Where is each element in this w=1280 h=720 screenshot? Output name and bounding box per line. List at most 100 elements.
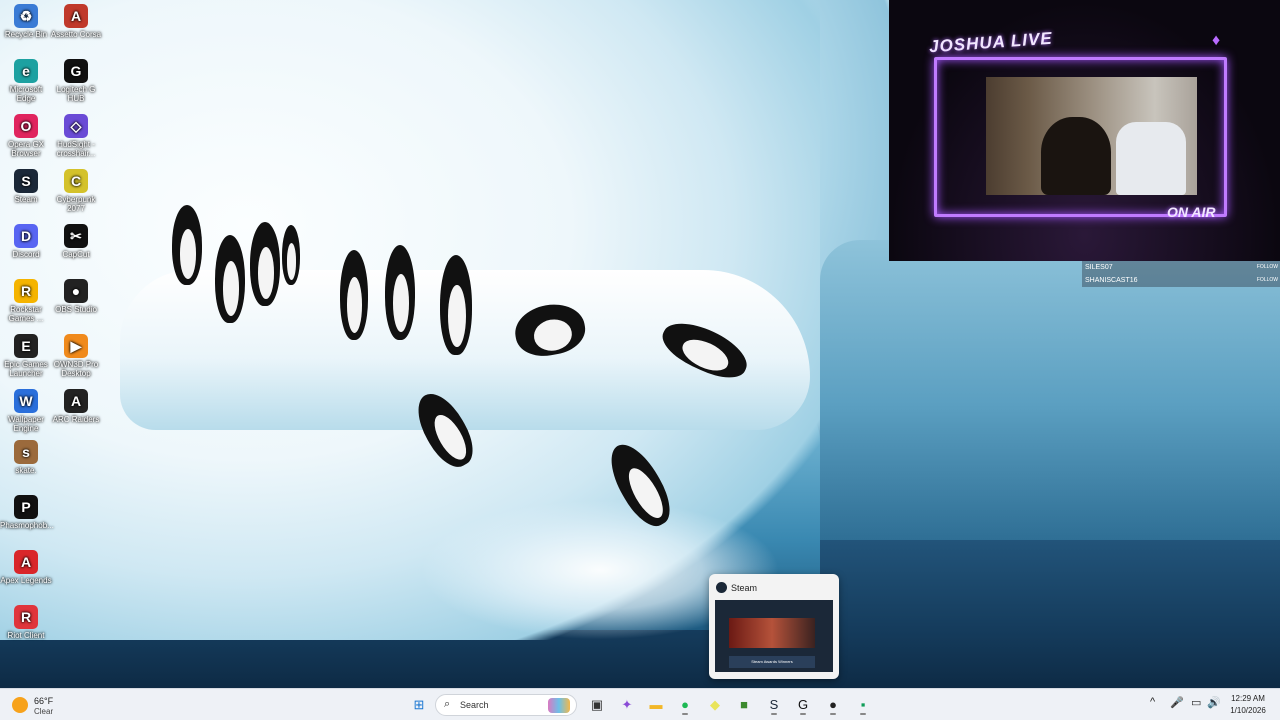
desktop-icon[interactable]: ◇ HudSight - crosshair... [50,114,102,158]
desktop-icon-label: Wallpaper Engine [8,415,44,433]
desktop-icon-label: skate. [15,466,37,475]
follow-alerts: SILES07 FOLLOW SHANISCAST16 FOLLOW [1082,261,1280,287]
desktop-icon[interactable]: E Epic Games Launcher [0,334,52,378]
desktop-icon-label: Opera GX Browser [7,140,44,158]
weather-condition: Clear [34,707,54,716]
own3d-icon: ▶ [64,334,88,358]
hudsight-icon: ◇ [64,114,88,138]
desktop-icon[interactable]: C Cyberpunk 2077 [50,169,102,213]
desktop-icon[interactable]: ▶ OWN3D Pro Desktop [50,334,102,378]
desktop-icon-label: Microsoft Edge [9,85,43,103]
desktop-icon[interactable]: A Apex Legends [0,550,52,585]
obs-icon: ● [829,697,837,712]
desktop-icon-label: Cyberpunk 2077 [56,195,96,213]
spotify-button[interactable]: ● [674,694,696,716]
minecraft-button[interactable]: ■ [733,694,755,716]
thumbnail-caption: Steam Awards Winners [729,656,815,668]
recycle-bin-icon: ♻ [14,4,38,28]
weather-temp: 66°F [34,696,54,706]
search-icon: ⌕ [444,698,451,710]
desktop-icon-label: Rockstar Games ... [8,305,44,323]
file-explorer-button[interactable]: ▬ [645,694,667,716]
desktop-icon-label: OWN3D Pro Desktop [53,360,99,378]
desktop-icon-label: OBS Studio [55,305,97,314]
xbox-app-button[interactable]: ▪ [852,694,874,716]
minecraft-icon: ■ [740,697,748,712]
task-view-button[interactable]: ▣ [586,694,608,716]
chevron-up-icon[interactable]: ^ [1150,696,1155,708]
desktop-icon-label: CapCut [62,250,90,259]
desktop-icon[interactable]: ● OBS Studio [50,279,102,314]
volume-icon[interactable]: 🔊 [1207,696,1221,709]
desktop-icon-label: ARC Raiders [52,415,100,424]
steam-icon [716,582,727,593]
desktop-icon-label: Steam [14,195,38,204]
steam-window-preview[interactable]: Steam Steam Awards Winners [709,574,839,679]
desktop-icon-label: Epic Games Launcher [4,360,48,378]
running-indicator [682,713,688,715]
desktop-icon[interactable]: A ARC Raiders [50,389,102,424]
clock[interactable]: 12:29 AM 1/10/2026 [1222,693,1274,717]
apex-legends-icon: A [14,550,38,574]
gaming-chair [1116,122,1186,195]
desktop-icon[interactable]: e Microsoft Edge [0,59,52,103]
preview-thumbnail[interactable]: Steam Awards Winners [715,600,833,672]
desktop-icon[interactable]: s skate. [0,440,52,475]
capcut-icon: ✂ [64,224,88,248]
logitech-g-hub-icon: G [64,59,88,83]
epic-games-icon: E [14,334,38,358]
penguin [250,222,280,306]
desktop-icon[interactable]: R Rockstar Games ... [0,279,52,323]
discord-icon: D [14,224,38,248]
microphone-icon[interactable]: 🎤 [1170,696,1184,709]
copilot-button[interactable]: ✦ [616,694,638,716]
desktop-icon[interactable]: R Riot Client [0,605,52,640]
weather-widget[interactable]: 66°F Clear [12,693,72,717]
obs-button[interactable]: ● [822,694,844,716]
rockstar-icon: R [14,279,38,303]
taskbar: 66°F Clear ⊞ ⌕ Search ▣ ✦ ▬ ● ◆ ■ S G ● ▪ ^ 🎤 ▭ 🔊… [0,688,1280,720]
wallpaper-engine-icon: W [14,389,38,413]
desktop-icon[interactable]: D Discord [0,224,52,259]
opera-gx-icon: O [14,114,38,138]
desktop-icon-label: Recycle Bin [4,30,48,39]
desktop-icon-label: Assetto Corsa [50,30,102,39]
display-icon[interactable]: ▭ [1191,696,1201,709]
search-label: Search [460,700,489,710]
sun-icon [12,697,28,713]
search-highlight-image [548,698,570,713]
penguin [215,235,245,323]
notes-button[interactable]: ◆ [704,694,726,716]
task-view-icon: ▣ [590,697,604,712]
desktop-icon-label: Logitech G HUB [56,85,96,103]
phasmophobia-icon: P [14,495,38,519]
penguin [282,225,300,285]
copilot-icon: ✦ [621,697,633,712]
on-air-label: ON AIR [1167,204,1216,220]
edge-icon: e [14,59,38,83]
follow-alert: SHANISCAST16 FOLLOW [1082,274,1280,287]
desktop-icon[interactable]: P Phasmophob... [0,495,54,530]
penguin [340,250,368,340]
follow-alert: SILES07 FOLLOW [1082,261,1280,274]
webcam-feed [986,77,1197,195]
cyberpunk-icon: C [64,169,88,193]
desktop-icon[interactable]: W Wallpaper Engine [0,389,52,433]
start-icon: ⊞ [413,697,425,712]
follower-name: SHANISCAST16 [1085,277,1138,284]
desktop-icon[interactable]: S Steam [0,169,52,204]
desktop-icon[interactable]: ✂ CapCut [50,224,102,259]
penguin [440,255,472,355]
steam-button[interactable]: S [763,694,785,716]
desktop-icon-label: Apex Legends [0,576,52,585]
running-indicator [830,713,836,715]
start-button[interactable]: ⊞ [408,694,430,716]
desktop-icon[interactable]: A Assetto Corsa [50,4,102,39]
clock-date: 1/10/2026 [1230,706,1266,715]
notes-icon: ◆ [710,697,720,712]
desktop-icon[interactable]: O Opera GX Browser [0,114,52,158]
desktop-icon[interactable]: ♻ Recycle Bin [0,4,52,39]
logitech-button[interactable]: G [792,694,814,716]
desktop-icon[interactable]: G Logitech G HUB [50,59,102,103]
search-box[interactable]: ⌕ Search [435,694,577,716]
